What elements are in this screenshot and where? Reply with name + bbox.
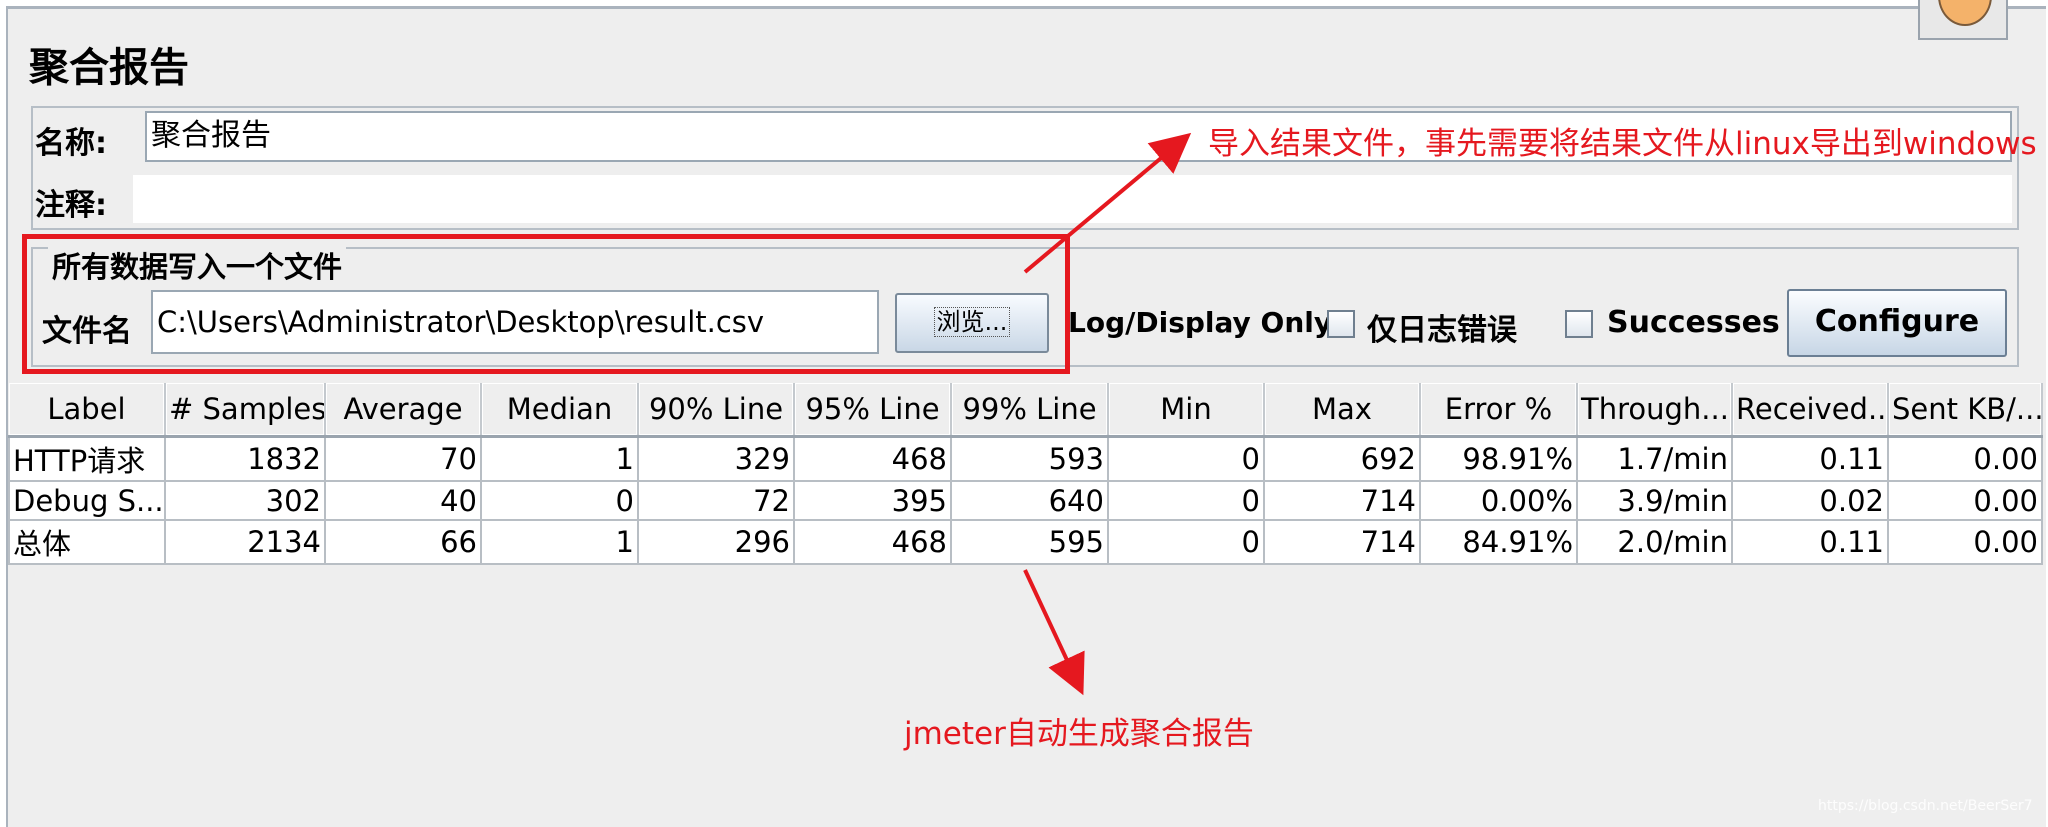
watermark: https://blog.csdn.net/BeerSer7 [1818, 798, 2033, 814]
auto-annotation: jmeter自动生成聚合报告 [904, 716, 1254, 752]
import-annotation: 导入结果文件，事先需要将结果文件从linux导出到windows [1208, 126, 2037, 162]
arrow-to-table [1023, 569, 1085, 696]
arrow-to-import-note [1023, 132, 1192, 274]
